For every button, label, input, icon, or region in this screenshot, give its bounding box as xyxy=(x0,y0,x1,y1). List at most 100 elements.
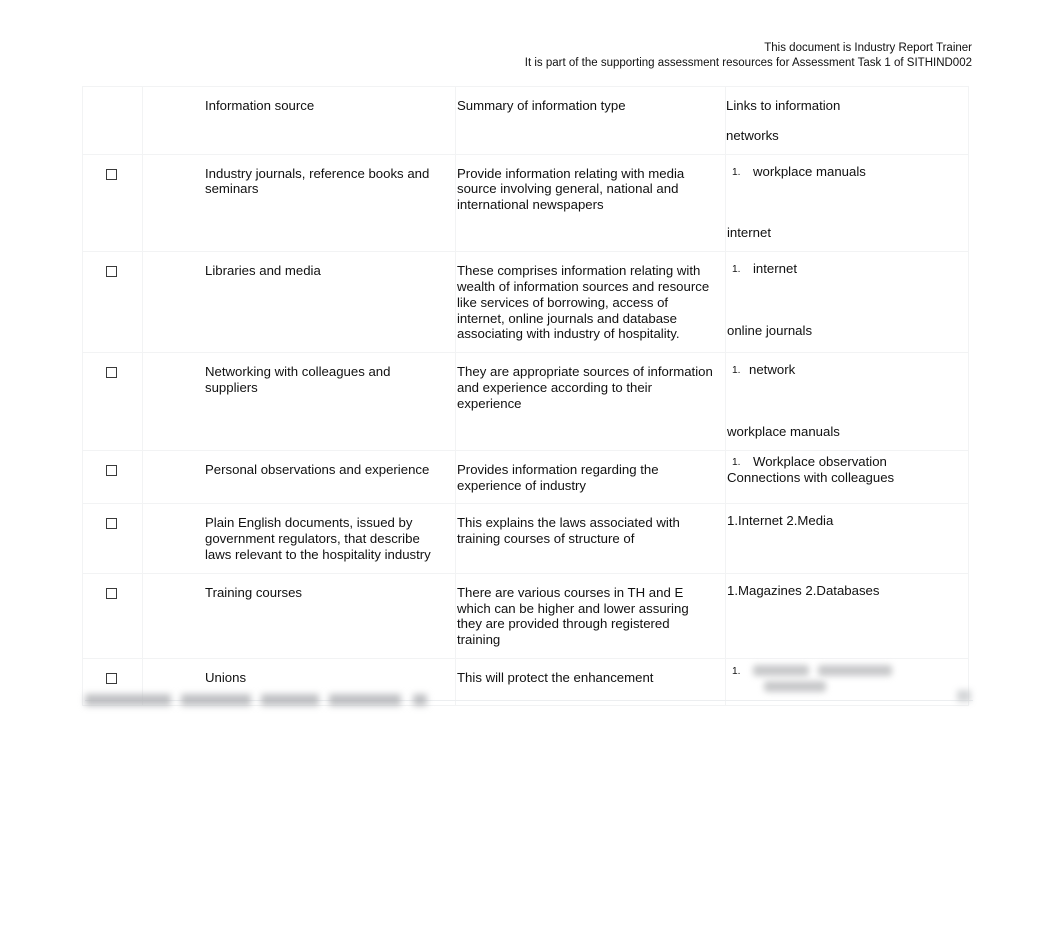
table-row: Networking with colleagues and suppliers… xyxy=(82,352,969,451)
row-summary-text: They are appropriate sources of informat… xyxy=(457,364,713,411)
row-source-cell: Networking with colleagues and suppliers xyxy=(142,352,456,451)
links-plain-text: 1.Magazines 2.Databases xyxy=(727,582,880,598)
checkbox-icon[interactable] xyxy=(106,464,117,476)
row-links-cell: 1. Workplace observation Connections wit… xyxy=(725,449,969,505)
row-source-cell: Libraries and media xyxy=(142,251,456,354)
links-plain-text: online journals xyxy=(727,322,813,338)
header-cell-summary: Summary of information type xyxy=(455,86,726,155)
row-checkbox-cell[interactable] xyxy=(82,449,143,505)
header-label-links-line1: Links to information xyxy=(726,98,841,113)
row-summary-text: There are various courses in TH and E wh… xyxy=(457,584,689,648)
row-summary-text: Provides information regarding the exper… xyxy=(457,461,659,493)
checkbox-icon[interactable] xyxy=(106,518,117,530)
list-item: 1. Workplace observation xyxy=(726,454,958,470)
header-cell-links: Links to information networks xyxy=(725,86,969,155)
document-header: This document is Industry Report Trainer… xyxy=(82,41,972,71)
row-summary-cell: Provides information regarding the exper… xyxy=(455,449,726,505)
row-links-cell: 1. network workplace manuals xyxy=(725,352,969,451)
list-marker: 1. xyxy=(732,264,741,276)
row-summary-cell: These comprises information relating wit… xyxy=(455,251,726,354)
row-source-cell: Industry journals, reference books and s… xyxy=(142,153,456,253)
links-spacer xyxy=(726,277,958,323)
links-plain-text: workplace manuals xyxy=(727,423,840,439)
row-checkbox-cell[interactable] xyxy=(82,251,143,354)
header-cell-source: Information source xyxy=(142,86,456,155)
document-header-line-1: This document is Industry Report Trainer xyxy=(764,42,972,54)
row-summary-cell: There are various courses in TH and E wh… xyxy=(455,572,726,659)
row-summary-cell: They are appropriate sources of informat… xyxy=(455,352,726,451)
links-numbered-list: 1. Workplace observation xyxy=(726,454,958,470)
row-links-cell: 1. internet online journals xyxy=(725,251,969,354)
row-summary-text: These comprises information relating wit… xyxy=(457,263,710,342)
links-numbered-list: 1. network xyxy=(726,362,958,378)
list-item-label: network xyxy=(749,362,796,378)
row-checkbox-cell[interactable] xyxy=(82,153,143,253)
table-row: Industry journals, reference books and s… xyxy=(82,153,969,253)
links-spacer xyxy=(726,179,958,225)
row-links-cell: 1. workplace manuals internet xyxy=(725,153,969,253)
links-plain-text: 1.Internet 2.Media xyxy=(727,513,834,529)
row-links-cell: 1.Magazines 2.Databases xyxy=(725,572,969,659)
row-checkbox-cell[interactable] xyxy=(82,503,143,574)
list-marker: 1. xyxy=(732,365,741,377)
footer-text xyxy=(85,688,427,710)
list-item: 1. network xyxy=(726,362,958,378)
table-row: Plain English documents, issued by gover… xyxy=(82,503,969,574)
footer-page-number xyxy=(957,690,971,702)
row-source-text: Plain English documents, issued by gover… xyxy=(205,515,431,562)
list-marker: 1. xyxy=(732,665,741,677)
header-label-summary: Summary of information type xyxy=(457,98,626,113)
list-item-label: workplace manuals xyxy=(753,163,866,179)
row-source-text: Training courses xyxy=(205,584,302,600)
list-item: 1. workplace manuals xyxy=(726,164,958,180)
row-summary-text: This explains the laws associated with t… xyxy=(457,515,680,547)
row-checkbox-cell[interactable] xyxy=(82,352,143,451)
row-summary-cell: Provide information relating with media … xyxy=(455,153,726,253)
redacted-text-block xyxy=(413,693,427,706)
redacted-text-block xyxy=(261,693,319,706)
table-header-row: Information source Summary of informatio… xyxy=(82,86,969,155)
redacted-text-block xyxy=(818,664,892,676)
row-source-text: Networking with colleagues and suppliers xyxy=(205,364,391,395)
redacted-text-block xyxy=(85,693,171,706)
checkbox-icon[interactable] xyxy=(106,367,117,379)
checkbox-icon[interactable] xyxy=(106,587,117,599)
header-label-links-line2: networks xyxy=(726,127,779,143)
row-summary-cell: This explains the laws associated with t… xyxy=(455,503,726,574)
redacted-text-block xyxy=(753,664,809,676)
redacted-text-block xyxy=(329,693,401,706)
links-plain-text: Connections with colleagues xyxy=(727,469,895,485)
checkbox-icon[interactable] xyxy=(106,672,117,684)
list-marker: 1. xyxy=(732,456,741,468)
page-footer xyxy=(85,688,973,714)
links-plain-text: internet xyxy=(727,225,771,241)
header-links-spacer xyxy=(726,114,958,128)
row-source-text: Libraries and media xyxy=(205,263,321,279)
row-source-text: Personal observations and experience xyxy=(205,461,430,477)
list-item-label: internet xyxy=(753,261,797,277)
links-spacer xyxy=(726,378,958,424)
document-page: This document is Industry Report Trainer… xyxy=(0,0,1062,930)
information-sources-table-wrapper: Information source Summary of informatio… xyxy=(82,86,969,706)
information-sources-table: Information source Summary of informatio… xyxy=(82,86,969,706)
header-cell-checkbox xyxy=(82,86,143,155)
row-source-cell: Plain English documents, issued by gover… xyxy=(142,503,456,574)
list-item-label: Workplace observation xyxy=(753,453,887,469)
row-summary-text: Provide information relating with media … xyxy=(457,165,685,213)
document-header-line-2: It is part of the supporting assessment … xyxy=(524,57,972,69)
links-numbered-list: 1. internet xyxy=(726,261,958,277)
row-source-text: Industry journals, reference books and s… xyxy=(205,165,430,197)
header-label-source: Information source xyxy=(205,98,315,113)
row-links-cell: 1.Internet 2.Media xyxy=(725,503,969,574)
list-item: 1. internet xyxy=(726,261,958,277)
checkbox-icon[interactable] xyxy=(106,266,117,278)
table-row: Training courses There are various cours… xyxy=(82,572,969,659)
checkbox-icon[interactable] xyxy=(106,168,117,180)
table-row: Personal observations and experience Pro… xyxy=(82,449,969,505)
row-source-cell: Training courses xyxy=(142,572,456,659)
list-marker: 1. xyxy=(732,166,741,178)
row-checkbox-cell[interactable] xyxy=(82,572,143,659)
links-numbered-list: 1. workplace manuals xyxy=(726,164,958,180)
row-source-cell: Personal observations and experience xyxy=(142,449,456,505)
redacted-text-block xyxy=(181,693,251,706)
